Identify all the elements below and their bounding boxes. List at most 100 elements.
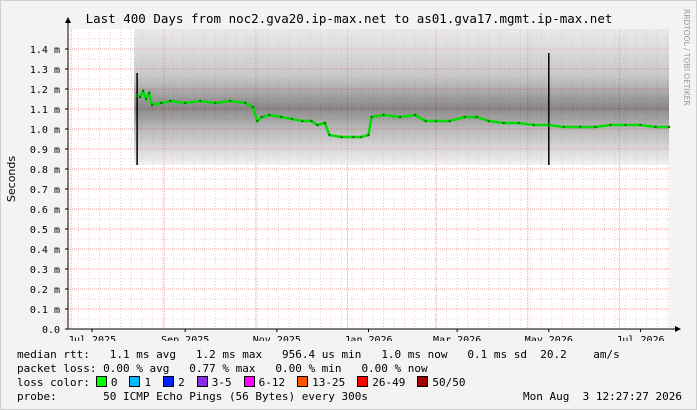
y-tick-label: 1.4 m — [30, 45, 60, 56]
x-axis-arrow — [675, 326, 681, 332]
y-tick-label: 0.6 m — [30, 205, 60, 216]
median-rtt-am-unit: am/s — [593, 348, 620, 361]
y-axis-arrow — [65, 17, 71, 23]
loss-color-swatch-label: 2 — [178, 376, 185, 389]
loss-color-item: 26-49 — [351, 376, 405, 389]
y-tick-label: 0.8 m — [30, 165, 60, 176]
probe-label: probe: — [17, 390, 57, 403]
y-ticks: 0.0 0.1 m 0.2 m 0.3 m 0.4 m 0.5 m 0.6 m 0.7 m 0.… — [30, 45, 68, 336]
smoke-band — [134, 29, 670, 165]
loss-color-item: 13-25 — [291, 376, 345, 389]
y-tick-label: 1.3 m — [30, 65, 60, 76]
y-tick-label: 1.2 m — [30, 85, 60, 96]
median-rtt-sd: 0.1 ms sd — [467, 348, 528, 361]
loss-color-item: 50/50 — [411, 376, 465, 389]
median-rtt-point — [532, 123, 535, 127]
median-rtt-point — [517, 121, 520, 125]
median-rtt-point — [147, 91, 151, 95]
loss-color-swatch — [357, 376, 369, 387]
median-rtt-point — [562, 125, 566, 129]
median-rtt-point — [370, 115, 373, 119]
loss-color-swatch-label: 50/50 — [432, 376, 466, 389]
loss-color-item: 2 — [157, 376, 185, 389]
x-tick-label: Nov 2025 — [253, 335, 301, 341]
loss-color-swatch-label: 1 — [144, 376, 152, 389]
median-rtt-point — [150, 103, 154, 107]
loss-color-swatch — [196, 376, 208, 387]
loss-color-swatch — [129, 376, 141, 387]
median-rtt-am: 20.2 — [540, 348, 567, 361]
median-rtt-point — [475, 115, 478, 119]
median-rtt-point — [168, 99, 172, 103]
loss-color-swatch — [297, 376, 309, 387]
median-rtt-point — [260, 115, 264, 119]
median-rtt-point — [229, 99, 232, 103]
loss-color-label: loss color: — [17, 376, 90, 389]
loss-color-swatch — [243, 376, 255, 387]
median-rtt-point — [290, 117, 294, 121]
median-rtt-point — [547, 123, 550, 127]
median-rtt-point — [268, 113, 271, 117]
probe-row: probe: 50 ICMP Echo Pings (56 Bytes) eve… — [17, 390, 682, 403]
median-rtt-point — [280, 115, 283, 119]
packet-loss-row: packet loss: 0.00 % avg 0.77 % max 0.00 … — [17, 362, 428, 375]
y-tick-label: 0.2 m — [30, 285, 60, 296]
median-rtt-point — [159, 101, 163, 105]
median-rtt-now: 1.0 ms now — [381, 348, 448, 361]
median-rtt-point — [382, 113, 385, 117]
median-rtt-point — [328, 133, 331, 137]
median-rtt-point — [256, 119, 259, 123]
loss-color-legend: 0 1 2 3-5 6-12 13-25 26-49 50/50 — [90, 376, 472, 389]
y-tick-label: 1.0 m — [30, 125, 60, 136]
watermark: RRDTOOL / TOBI OETIKER — [682, 9, 691, 106]
median-rtt-point — [413, 113, 417, 117]
median-rtt-point — [251, 105, 255, 109]
chart-title: Last 400 Days from noc2.gva20.ip-max.net… — [86, 11, 613, 26]
median-rtt-point — [244, 101, 247, 105]
y-axis-label: Seconds — [5, 156, 18, 202]
median-rtt-point — [487, 119, 490, 123]
median-rtt-point — [367, 133, 370, 137]
median-rtt-point — [301, 119, 304, 123]
median-rtt-point — [310, 119, 313, 123]
y-tick-label: 0.1 m — [30, 305, 60, 316]
median-rtt-point — [624, 123, 627, 127]
x-tick-label: Sep 2025 — [161, 335, 209, 341]
x-ticks: Jul 2025 Sep 2025 Nov 2025 Jan 2026 Mar 2026… — [68, 329, 665, 341]
loss-color-swatch-label: 13-25 — [312, 376, 346, 389]
median-rtt-point — [434, 119, 438, 123]
median-rtt-point — [594, 125, 597, 129]
median-rtt-point — [144, 97, 148, 101]
probe-timestamp: Mon Aug 3 12:27:27 2026 — [523, 390, 682, 403]
x-tick-label: May 2026 — [525, 335, 573, 341]
loss-color-item: 3-5 — [191, 376, 232, 389]
y-tick-label: 0.4 m — [30, 245, 60, 256]
median-rtt-point — [359, 135, 363, 139]
y-tick-label: 0.5 m — [30, 225, 60, 236]
packet-loss-label: packet loss: — [17, 362, 97, 375]
median-rtt-row: median rtt: 1.1 ms avg 1.2 ms max 956.4 … — [17, 348, 620, 361]
median-rtt-point — [424, 119, 427, 123]
loss-color-swatch — [417, 376, 429, 387]
median-rtt-point — [323, 121, 327, 125]
probe-description: 50 ICMP Echo Pings (56 Bytes) every 300s — [103, 390, 369, 403]
x-tick-label: Jul 2026 — [616, 335, 664, 341]
latency-chart: 0.0 0.1 m 0.2 m 0.3 m 0.4 m 0.5 m 0.6 m 0.7 m 0.… — [5, 9, 691, 341]
median-rtt-point — [183, 101, 187, 105]
median-rtt-min: 956.4 us min — [281, 348, 362, 361]
packet-loss-min: 0.00 % min — [275, 362, 342, 375]
loss-color-item: 6-12 — [238, 376, 286, 389]
loss-color-swatch-label: 26-49 — [372, 376, 406, 389]
y-tick-label: 1.1 m — [30, 105, 60, 116]
loss-color-item: 1 — [123, 376, 151, 389]
y-tick-label: 0.3 m — [30, 265, 60, 276]
y-tick-label: 0.7 m — [30, 185, 60, 196]
loss-color-row: loss color: 0 1 2 3-5 6-12 13-25 26-49 50/50 — [17, 376, 471, 389]
median-rtt-point — [340, 135, 343, 139]
median-rtt-point — [352, 135, 355, 139]
median-rtt-point — [398, 115, 402, 119]
loss-color-swatch-label: 6-12 — [258, 376, 286, 389]
median-rtt-point — [639, 123, 642, 127]
x-tick-label: Jul 2025 — [68, 335, 116, 341]
median-rtt-point — [448, 119, 451, 123]
